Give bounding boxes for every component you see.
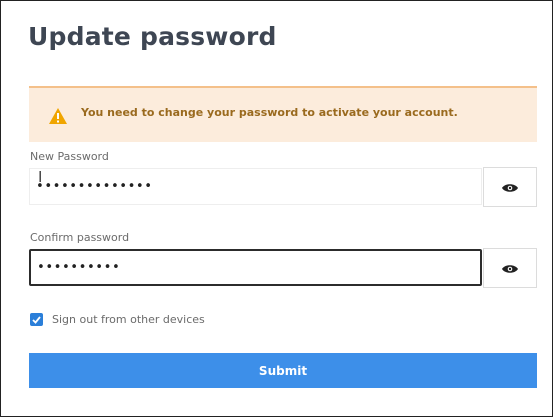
warning-icon (49, 108, 67, 124)
confirm-password-label: Confirm password (30, 231, 130, 244)
eye-icon (502, 259, 518, 278)
confirm-password-input[interactable] (29, 249, 482, 286)
sign-out-checkbox[interactable] (30, 313, 43, 326)
show-new-password-button[interactable] (483, 167, 537, 207)
text-cursor-icon: I (38, 168, 43, 186)
submit-button[interactable]: Submit (29, 353, 537, 388)
checkmark-icon (32, 315, 41, 324)
eye-icon (502, 178, 518, 197)
sign-out-label[interactable]: Sign out from other devices (52, 313, 205, 326)
new-password-label: New Password (30, 150, 109, 163)
sign-out-option: Sign out from other devices (30, 313, 205, 326)
alert-message: You need to change your password to acti… (81, 106, 458, 119)
show-confirm-password-button[interactable] (483, 248, 537, 288)
new-password-input[interactable] (29, 168, 482, 205)
warning-alert: You need to change your password to acti… (29, 86, 537, 142)
page-title: Update password (28, 22, 277, 51)
